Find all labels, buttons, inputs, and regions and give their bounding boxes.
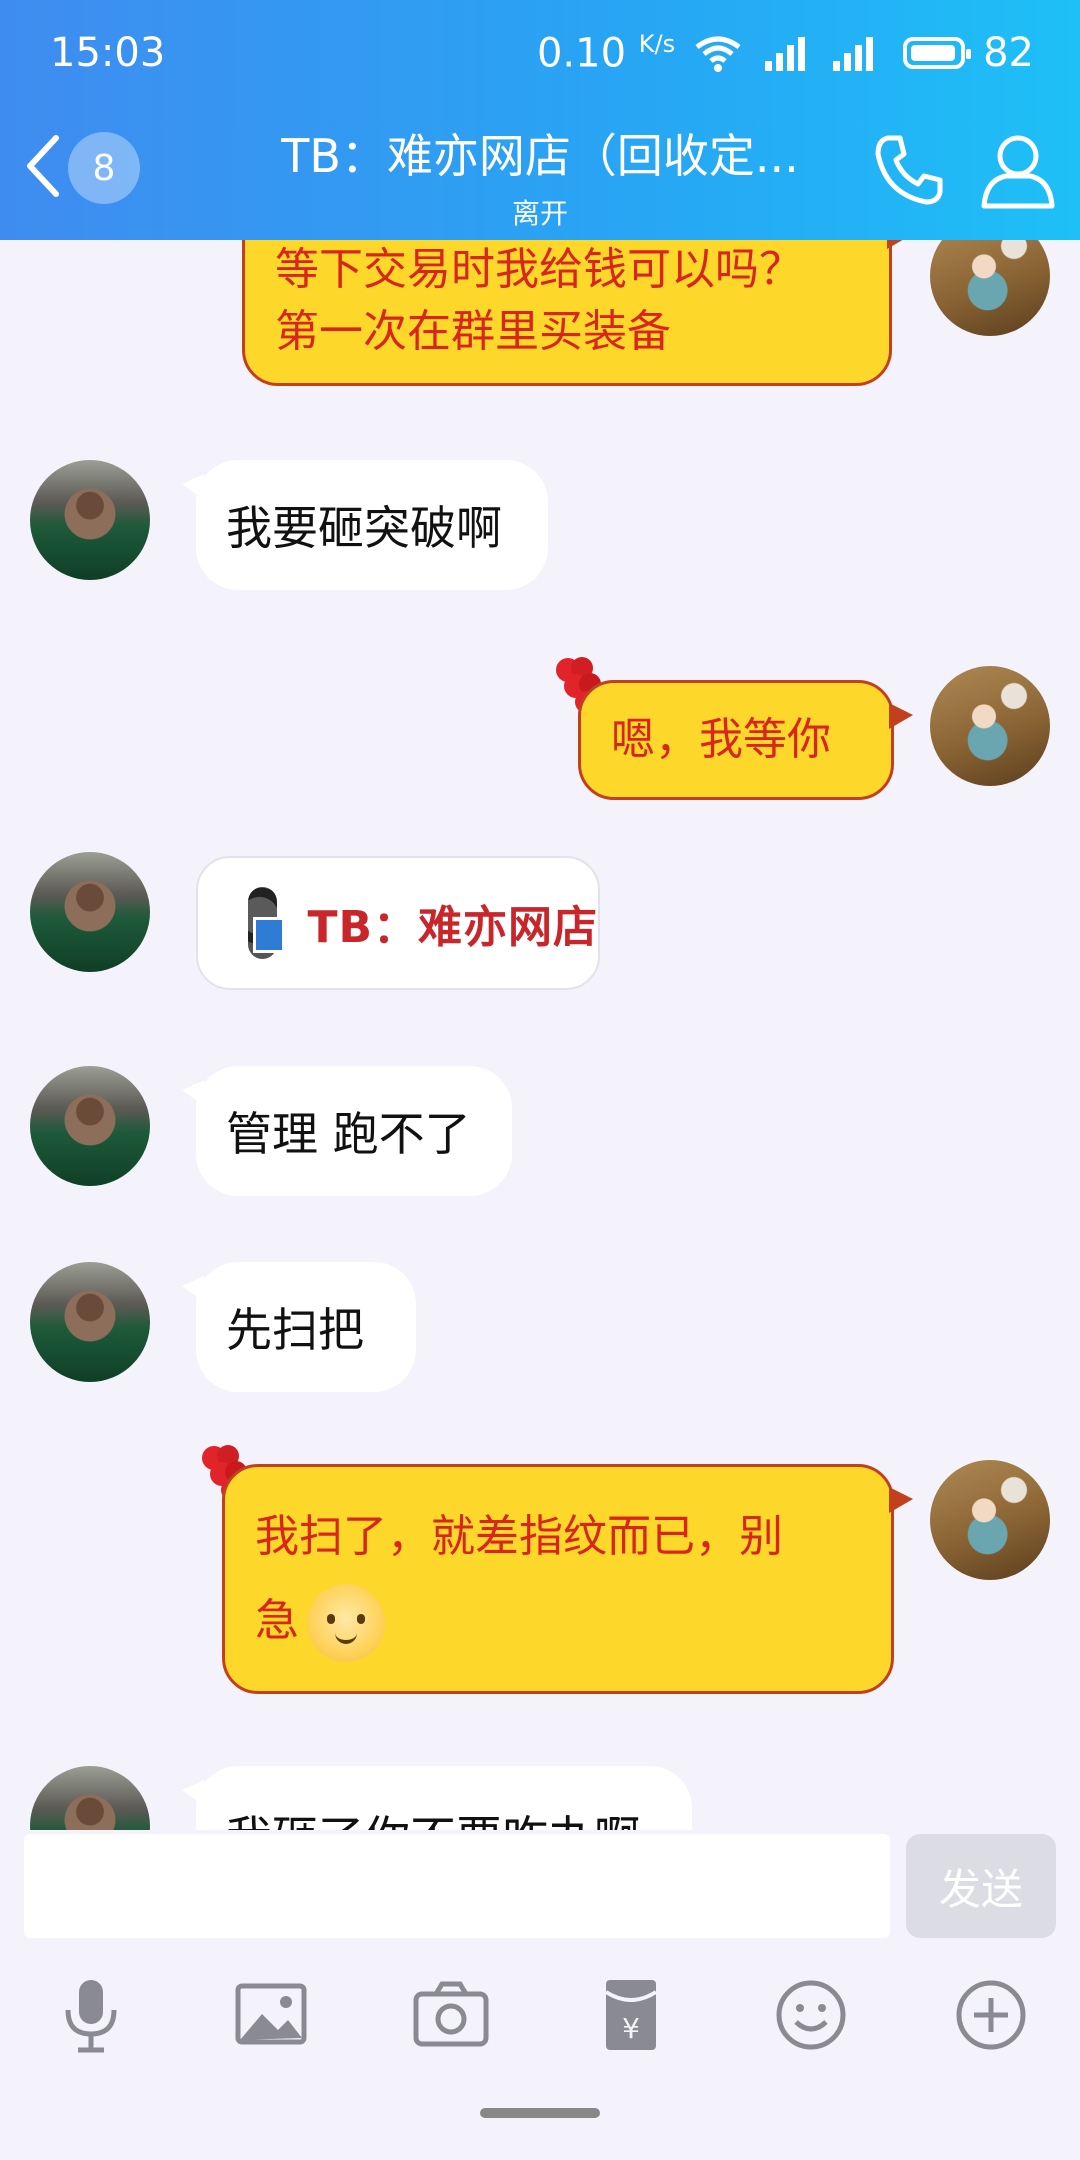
home-indicator[interactable] (480, 2108, 600, 2118)
contact-avatar[interactable] (30, 460, 150, 580)
red-packet-button[interactable]: ¥ (586, 1970, 676, 2060)
contact-avatar[interactable] (30, 852, 150, 972)
send-button[interactable]: 发送 (906, 1834, 1056, 1938)
chat-title-group[interactable]: TB：难亦网店（回收定... 离开 (270, 120, 810, 232)
status-bar: 15:03 0.10 K/s 82 (0, 0, 1080, 110)
battery-level: 82 (983, 30, 1034, 77)
my-avatar[interactable] (930, 1460, 1050, 1580)
outgoing-bubble[interactable]: 嗯，我等你 (578, 680, 913, 800)
network-speed: 0.10 K/s (537, 30, 675, 76)
plus-icon (956, 1980, 1026, 2050)
person-icon (981, 135, 1055, 209)
contact-avatar[interactable] (30, 1262, 150, 1382)
svg-text:¥: ¥ (622, 2012, 640, 2045)
image-icon (235, 1983, 307, 2045)
phone-call-button[interactable] (870, 130, 950, 210)
contact-avatar[interactable] (30, 1766, 150, 1830)
contact-status: 离开 (511, 197, 568, 230)
incoming-bubble[interactable]: 先扫把 (182, 1262, 416, 1392)
camera-icon (413, 1981, 489, 2047)
status-indicators: 0.10 K/s 82 (537, 30, 1034, 76)
contact-avatar[interactable] (30, 1066, 150, 1186)
network-speed-value: 0.10 (536, 30, 627, 77)
cellular-signal-2-icon (829, 33, 879, 73)
shared-contact-thumbnail (248, 887, 287, 959)
message-text-line: 我扫了，就差指纹而已，别 (255, 1511, 783, 1562)
microphone-icon (65, 1980, 117, 2053)
photo-button[interactable] (226, 1970, 316, 2060)
red-packet-icon: ¥ (604, 1980, 658, 2050)
shared-contact-card[interactable]: TB：难亦网店 (196, 856, 600, 990)
message-text-fragment: 急 (255, 1595, 299, 1646)
wifi-icon (693, 33, 743, 73)
smile-emoji-icon (307, 1584, 385, 1662)
phone-icon (875, 135, 943, 205)
incoming-bubble[interactable]: 我要砸突破啊 (182, 460, 548, 590)
outgoing-bubble[interactable]: 等下交易时我给钱可以吗？ 第一次在群里买装备 (242, 240, 911, 386)
my-avatar[interactable] (930, 666, 1050, 786)
profile-button[interactable] (976, 128, 1060, 212)
outgoing-bubble[interactable]: 我扫了，就差指纹而已，别 急 (222, 1464, 913, 1694)
unread-count-badge: 8 (68, 132, 140, 204)
my-avatar[interactable] (930, 240, 1050, 336)
message-text-line-2: 急 (255, 1579, 861, 1663)
back-button[interactable]: 8 (20, 130, 140, 206)
battery-icon (903, 37, 972, 70)
composer-toolbar: ¥ (0, 1970, 1080, 2080)
chevron-left-icon (20, 130, 64, 206)
camera-button[interactable] (406, 1970, 496, 2060)
message-text-line: 第一次在群里买装备 (275, 306, 671, 357)
cellular-signal-icon (761, 33, 811, 73)
emoji-button[interactable] (766, 1970, 856, 2060)
message-text-line: 等下交易时我给钱可以吗？ (275, 244, 803, 295)
chat-title: TB：难亦网店（回收定... (281, 129, 799, 183)
voice-button[interactable] (46, 1970, 136, 2060)
emoji-icon (776, 1980, 846, 2050)
chat-header: 15:03 0.10 K/s 82 8 TB：难亦网店（回收定... 离开 (0, 0, 1080, 240)
message-input[interactable] (24, 1834, 890, 1938)
more-button[interactable] (946, 1970, 1036, 2060)
incoming-bubble[interactable]: 管理 跑不了 (182, 1066, 512, 1196)
shared-contact-name: TB：难亦网店 (307, 902, 598, 953)
network-speed-unit: K/s (638, 30, 676, 58)
status-time: 15:03 (50, 30, 166, 76)
message-list[interactable]: 等下交易时我给钱可以吗？ 第一次在群里买装备 我要砸突破啊 嗯，我等你 TB：难… (0, 240, 1080, 1830)
incoming-bubble[interactable]: 我砸了你不要咋办啊 (182, 1766, 692, 1830)
nav-bar: 8 TB：难亦网店（回收定... 离开 (0, 110, 1080, 240)
